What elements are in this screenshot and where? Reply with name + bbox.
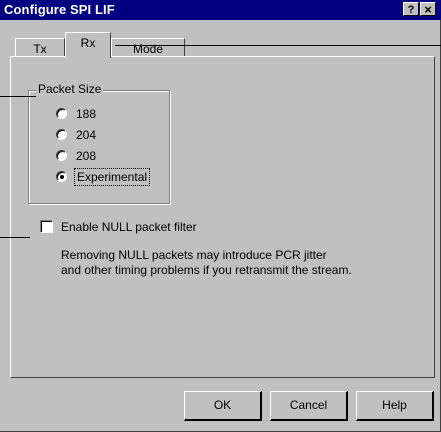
radio-button[interactable] <box>56 108 67 119</box>
configure-spi-lif-dialog: Configure SPI LIF ? × Tx Rx Mode Packet … <box>0 0 441 432</box>
radio-label-experimental: Experimental <box>73 168 151 186</box>
focus-indicator: Experimental <box>73 168 151 186</box>
radio-button[interactable] <box>56 150 67 161</box>
tab-tx-label: Tx <box>33 42 47 56</box>
tab-rx[interactable]: Rx <box>65 32 111 58</box>
radio-label-204: 204 <box>76 128 97 142</box>
packet-size-groupbox <box>28 90 170 204</box>
note-line-1: Removing NULL packets may introduce PCR … <box>61 248 327 262</box>
radio-button[interactable] <box>56 129 67 140</box>
window-title: Configure SPI LIF <box>4 2 115 17</box>
radio-button-selected[interactable] <box>56 171 67 182</box>
null-filter-label[interactable]: Enable NULL packet filter <box>61 220 197 234</box>
null-filter-note: Removing NULL packets may introduce PCR … <box>61 248 411 278</box>
callout-line-rx-tab <box>115 45 441 46</box>
close-icon[interactable]: × <box>420 2 436 17</box>
radio-selected-dot-icon <box>60 175 64 179</box>
tab-rx-label: Rx <box>80 36 96 50</box>
help-button[interactable]: Help <box>356 391 434 421</box>
cancel-button[interactable]: Cancel <box>270 391 348 421</box>
ok-button[interactable]: OK <box>184 391 262 421</box>
null-filter-checkbox[interactable] <box>40 220 53 233</box>
callout-line-packet-size <box>0 96 36 97</box>
radio-label-188: 188 <box>76 107 97 121</box>
title-bar[interactable]: Configure SPI LIF ? × <box>0 0 441 20</box>
note-line-2: and other timing problems if you retrans… <box>61 263 352 277</box>
radio-label-208: 208 <box>76 149 97 163</box>
help-icon[interactable]: ? <box>403 2 419 16</box>
packet-size-group-label: Packet Size <box>36 82 104 96</box>
callout-line-null-filter <box>0 237 30 238</box>
